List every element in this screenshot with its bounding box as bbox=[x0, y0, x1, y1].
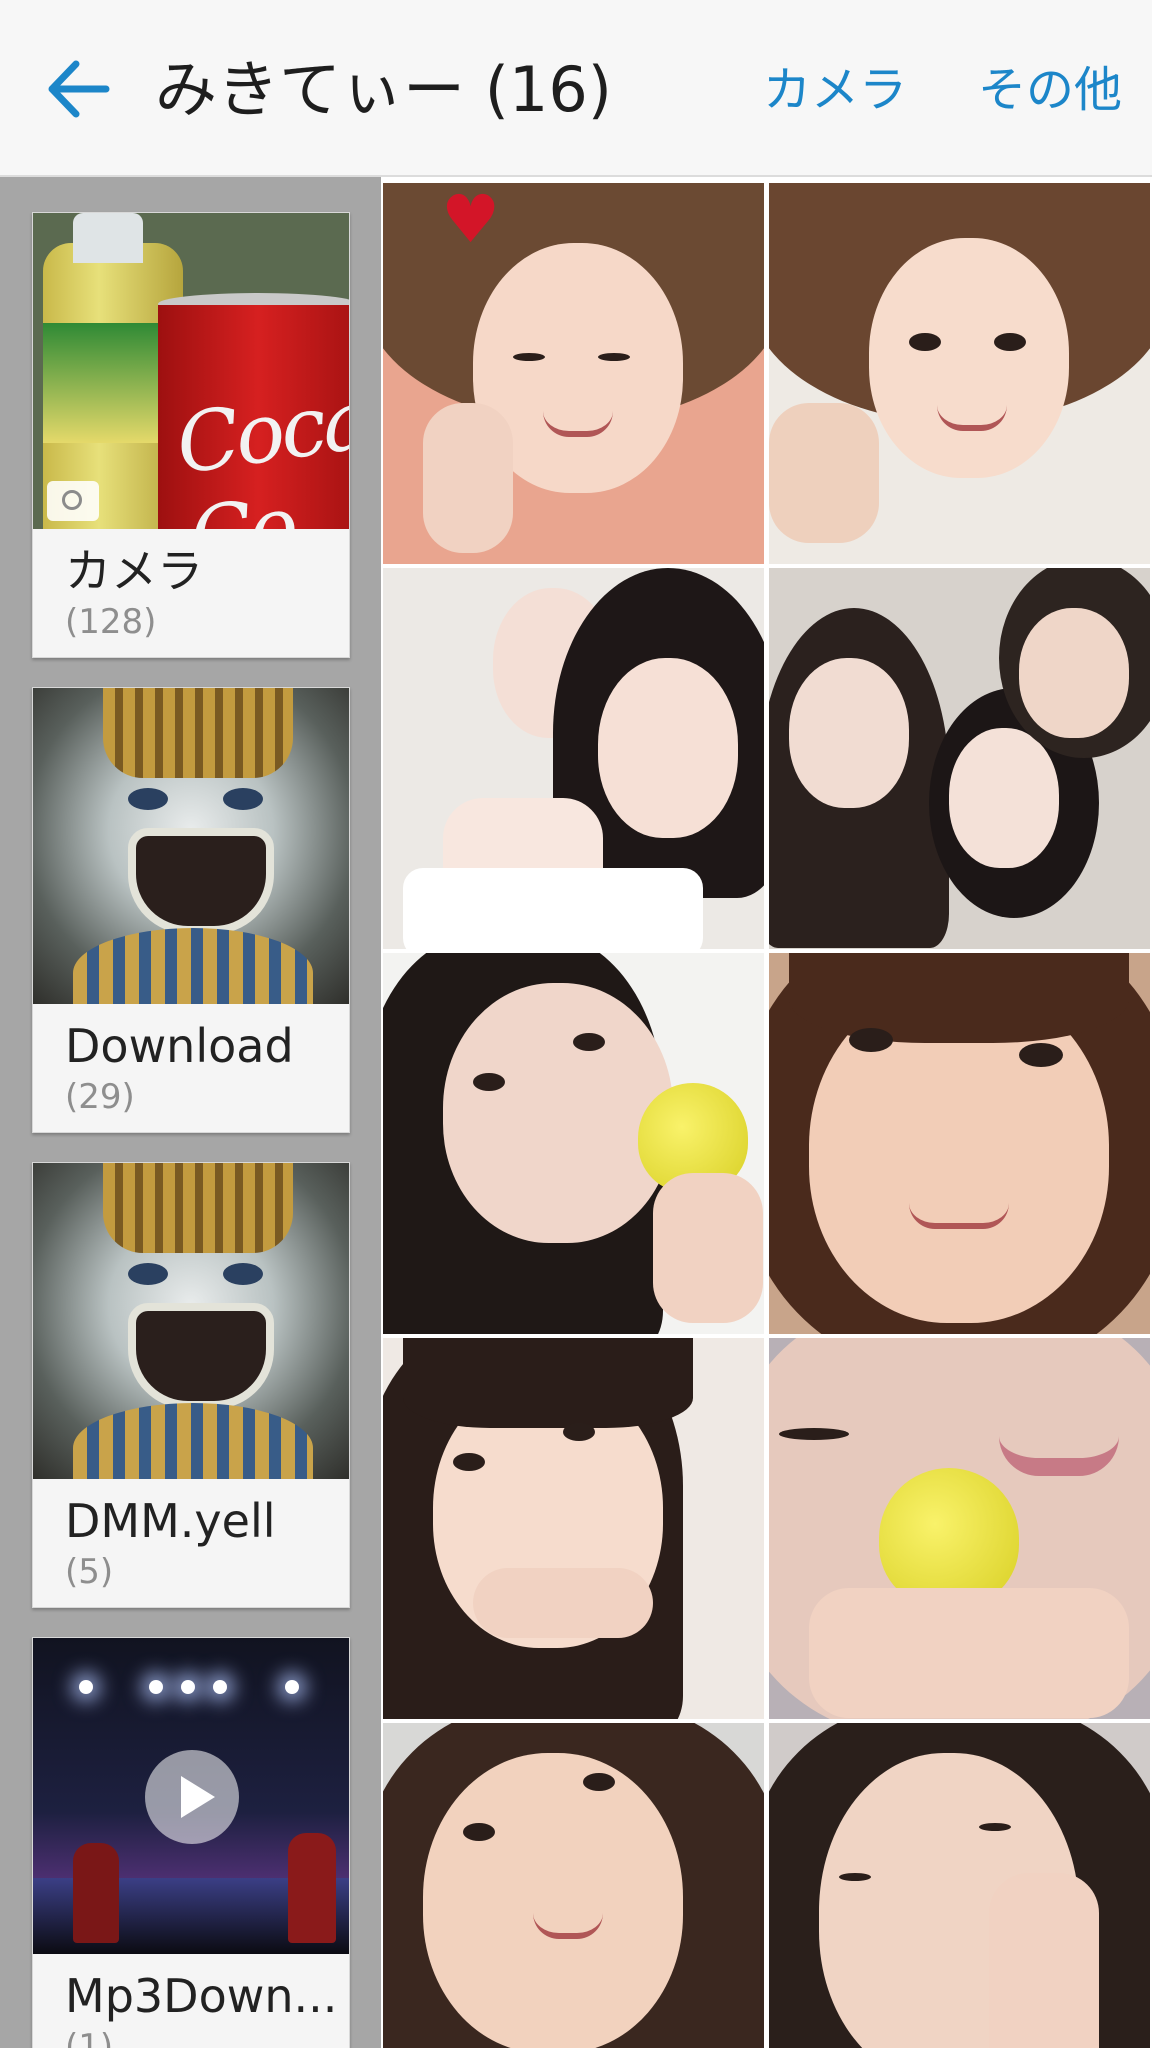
thumb-collar-shape bbox=[73, 928, 313, 1004]
photo-art bbox=[809, 1588, 1129, 1718]
photo-art bbox=[403, 1338, 693, 1428]
photo-art bbox=[473, 1568, 653, 1638]
thumb-performer bbox=[73, 1843, 119, 1943]
photo-art bbox=[573, 1033, 605, 1051]
thumb-performer bbox=[288, 1833, 336, 1943]
thumb-eye-shape bbox=[128, 788, 168, 810]
photo-art bbox=[909, 333, 941, 351]
thumb-eye-shape bbox=[128, 1263, 168, 1285]
thumb-spotlight bbox=[181, 1680, 195, 1694]
back-button[interactable] bbox=[44, 58, 110, 120]
more-menu-button[interactable]: その他 bbox=[978, 58, 1122, 122]
photo-thumbnail[interactable] bbox=[383, 1338, 764, 1719]
album-name: Download bbox=[65, 1019, 294, 1073]
album-name: DMM.yell bbox=[65, 1494, 276, 1548]
album-count: (128) bbox=[65, 602, 157, 642]
photo-thumbnail[interactable] bbox=[769, 568, 1150, 949]
photo-art bbox=[453, 1453, 485, 1471]
album-list[interactable]: Coca-Co カメラ (128) Download (29) DMM.yell… bbox=[0, 177, 381, 2048]
photo-art bbox=[598, 353, 630, 361]
photo-art bbox=[1019, 1043, 1063, 1067]
photo-thumbnail[interactable] bbox=[769, 183, 1150, 564]
thumb-crown-shape bbox=[103, 1163, 293, 1253]
photo-art bbox=[869, 238, 1069, 478]
play-icon bbox=[145, 1750, 239, 1844]
photo-art bbox=[423, 1753, 683, 2048]
album-item-download[interactable]: Download (29) bbox=[32, 687, 350, 1133]
photo-art bbox=[949, 728, 1059, 868]
camera-button[interactable]: カメラ bbox=[763, 58, 907, 122]
album-name: カメラ bbox=[65, 544, 203, 598]
photo-art bbox=[423, 403, 513, 553]
photo-art bbox=[463, 1823, 495, 1841]
album-thumbnail: Coca-Co bbox=[33, 213, 349, 529]
thumb-spotlight bbox=[213, 1680, 227, 1694]
photo-art bbox=[1019, 608, 1129, 738]
photo-art bbox=[403, 868, 703, 949]
photo-art bbox=[849, 1028, 893, 1052]
album-count: (1) bbox=[65, 2027, 114, 2048]
photo-art bbox=[598, 658, 738, 838]
heart-icon: ♥ bbox=[441, 183, 501, 258]
photo-art bbox=[779, 1428, 849, 1440]
album-item-camera[interactable]: Coca-Co カメラ (128) bbox=[32, 212, 350, 658]
thumb-mouth-shape bbox=[128, 828, 274, 934]
photo-thumbnail[interactable] bbox=[383, 568, 764, 949]
thumb-eye-shape bbox=[223, 788, 263, 810]
photo-art bbox=[994, 333, 1026, 351]
album-name: Mp3Down... bbox=[65, 1969, 338, 2023]
photo-art bbox=[513, 353, 545, 361]
photo-art bbox=[979, 1823, 1011, 1831]
photo-art bbox=[653, 1173, 763, 1323]
photo-art bbox=[989, 1873, 1099, 2048]
thumb-collar-shape bbox=[73, 1403, 313, 1479]
album-thumbnail bbox=[33, 1638, 349, 1954]
photo-art bbox=[839, 1873, 871, 1881]
album-item-mp3download[interactable]: Mp3Down... (1) bbox=[32, 1637, 350, 2048]
album-thumbnail bbox=[33, 1163, 349, 1479]
album-item-dmm-yell[interactable]: DMM.yell (5) bbox=[32, 1162, 350, 1608]
photo-thumbnail[interactable] bbox=[383, 953, 764, 1334]
photo-art bbox=[473, 1073, 505, 1091]
thumb-spotlight bbox=[79, 1680, 93, 1694]
album-thumbnail bbox=[33, 688, 349, 1004]
thumb-bottle-cap bbox=[73, 213, 143, 263]
photo-thumbnail[interactable] bbox=[769, 1723, 1150, 2048]
photo-art bbox=[789, 953, 1129, 1043]
photo-art bbox=[999, 1418, 1119, 1476]
thumb-mouth-shape bbox=[128, 1303, 274, 1409]
back-arrow-icon bbox=[48, 60, 110, 118]
camera-icon bbox=[47, 481, 99, 521]
photo-thumbnail[interactable] bbox=[383, 1723, 764, 2048]
photo-thumbnail[interactable] bbox=[769, 953, 1150, 1334]
photo-art bbox=[563, 1423, 595, 1441]
photo-art bbox=[789, 658, 909, 808]
app-bar: みきてぃー (16) カメラ その他 bbox=[0, 0, 1152, 177]
thumb-spotlight bbox=[285, 1680, 299, 1694]
album-count: (29) bbox=[65, 1077, 135, 1117]
thumb-crown-shape bbox=[103, 688, 293, 778]
thumb-spotlight bbox=[149, 1680, 163, 1694]
thumb-eye-shape bbox=[223, 1263, 263, 1285]
album-title: みきてぃー (16) bbox=[155, 53, 612, 126]
photo-art bbox=[769, 403, 879, 543]
album-count: (5) bbox=[65, 1552, 114, 1592]
photo-art bbox=[443, 983, 673, 1243]
photo-grid[interactable]: ♥ bbox=[381, 177, 1152, 2048]
photo-art bbox=[909, 1203, 1009, 1229]
photo-art bbox=[583, 1773, 615, 1791]
photo-thumbnail[interactable]: ♥ bbox=[383, 183, 764, 564]
photo-thumbnail[interactable] bbox=[769, 1338, 1150, 1719]
photo-art bbox=[879, 1468, 1019, 1608]
